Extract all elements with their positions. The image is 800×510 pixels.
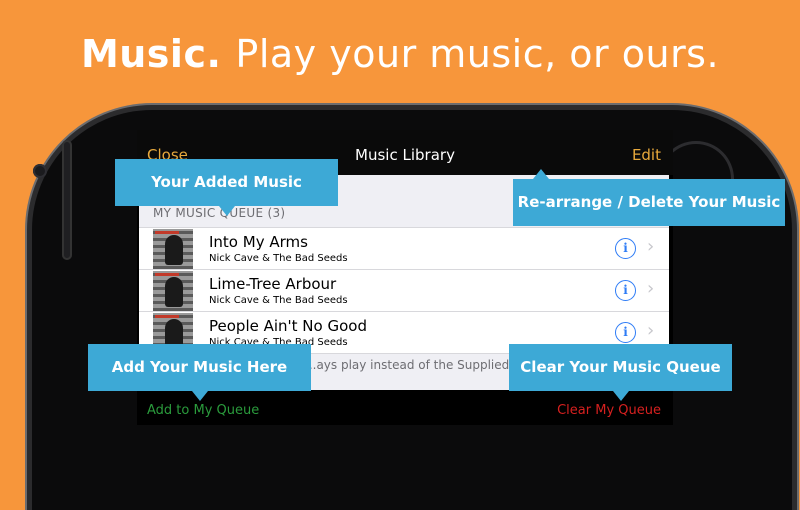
- add-to-queue-button[interactable]: Add to My Queue: [147, 403, 259, 418]
- clear-queue-button[interactable]: Clear My Queue: [557, 403, 661, 418]
- album-art: [153, 229, 193, 269]
- song-artist: Nick Cave & The Bad Seeds: [209, 253, 348, 264]
- song-title: Into My Arms: [209, 233, 308, 251]
- list-item[interactable]: Into My Arms Nick Cave & The Bad Seeds i…: [139, 227, 669, 270]
- chevron-right-icon: ›: [647, 320, 655, 341]
- song-title: People Ain't No Good: [209, 317, 367, 335]
- info-icon[interactable]: i: [615, 280, 636, 301]
- callout-label: Add Your Music Here: [111, 358, 288, 376]
- headline-rest: Play your music, or ours.: [235, 32, 720, 76]
- camera-icon: [33, 164, 47, 178]
- headline: Music. Play your music, or ours.: [0, 32, 800, 76]
- bottom-toolbar: Add to My Queue Clear My Queue: [137, 390, 673, 425]
- album-art: [153, 271, 193, 311]
- info-icon[interactable]: i: [615, 238, 636, 259]
- headline-bold: Music.: [80, 32, 222, 76]
- info-icon[interactable]: i: [615, 322, 636, 343]
- chevron-right-icon: ›: [647, 278, 655, 299]
- chevron-right-icon: ›: [647, 236, 655, 257]
- edit-button[interactable]: Edit: [632, 146, 661, 164]
- song-artist: Nick Cave & The Bad Seeds: [209, 295, 348, 306]
- callout-label: Your Added Music: [151, 173, 302, 191]
- callout-rearrange: Re-arrange / Delete Your Music: [513, 169, 785, 226]
- queue-list: Into My Arms Nick Cave & The Bad Seeds i…: [139, 227, 669, 354]
- speaker-grille: [62, 140, 72, 260]
- callout-add-here: Add Your Music Here: [88, 344, 311, 401]
- callout-label: Re-arrange / Delete Your Music: [517, 193, 781, 211]
- list-item[interactable]: Lime-Tree Arbour Nick Cave & The Bad See…: [139, 270, 669, 312]
- callout-added-music: Your Added Music: [115, 159, 338, 216]
- callout-label: Clear Your Music Queue: [520, 358, 721, 376]
- queue-footer-note: ...ays play instead of the Supplied C: [305, 358, 522, 372]
- song-title: Lime-Tree Arbour: [209, 275, 337, 293]
- callout-clear-queue: Clear Your Music Queue: [509, 344, 732, 401]
